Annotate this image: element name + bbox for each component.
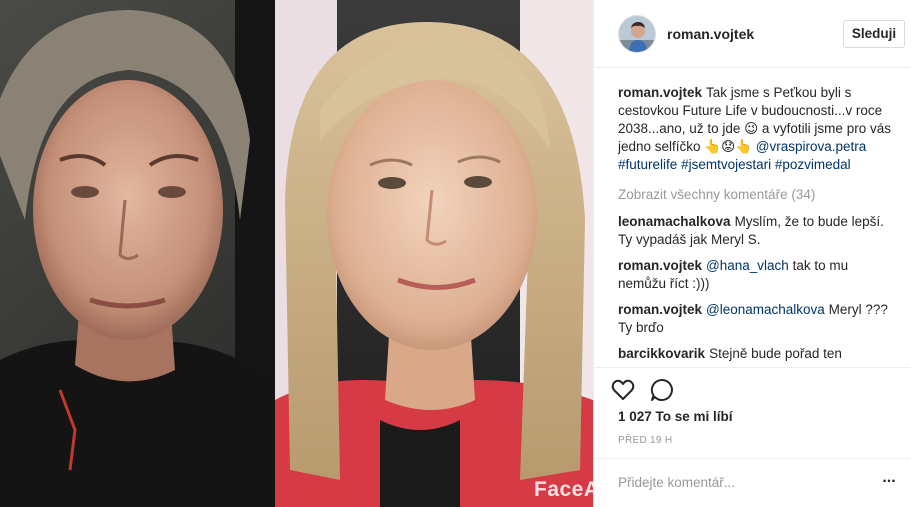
caption: roman.vojtek Tak jsme s Peťkou byli s ces… <box>618 84 898 174</box>
following-button[interactable]: Sleduji <box>843 20 905 48</box>
add-comment-section: ... <box>594 458 911 507</box>
comment-input[interactable] <box>618 472 858 492</box>
post-header: roman.vojtek Sleduji <box>594 0 911 68</box>
speech-bubble-icon[interactable] <box>649 377 675 403</box>
avatar-image <box>619 16 655 52</box>
instagram-post: FaceApp roman.vojtek Sleduji roman.vojte… <box>0 0 911 507</box>
comment-mention[interactable]: @hana_vlach <box>706 258 789 273</box>
hashtag-link[interactable]: #pozvimedal <box>775 157 851 172</box>
more-options-icon[interactable]: ... <box>878 470 900 491</box>
hashtag-link[interactable]: #futurelife <box>618 157 677 172</box>
heart-icon[interactable] <box>610 377 636 403</box>
post-actions: 1 027 To se mi líbí PŘED 19 H <box>594 367 911 467</box>
comment-mention[interactable]: @leonamachalkova <box>706 302 825 317</box>
comment-username[interactable]: roman.vojtek <box>618 258 702 273</box>
list-item: leonamachalkova Myslím, že to bude lepší.… <box>618 213 898 249</box>
post-side-panel: roman.vojtek Sleduji roman.vojtek Tak jsm… <box>593 0 911 507</box>
comment-username[interactable]: barcikkovarik <box>618 346 705 361</box>
post-photo[interactable]: FaceApp <box>0 0 593 507</box>
likes-count[interactable]: 1 027 To se mi líbí <box>618 409 733 424</box>
list-item: roman.vojtek @leonamachalkova Meryl ??? T… <box>618 301 898 337</box>
load-more-comments-link[interactable]: Zobrazit všechny komentáře (34) <box>618 186 898 204</box>
faceapp-watermark: FaceApp <box>534 478 593 501</box>
list-item: roman.vojtek @hana_vlach tak to mu nemůžu… <box>618 257 898 293</box>
comment-text: Stejně bude pořad ten <box>709 346 842 361</box>
comments-list[interactable]: roman.vojtek Tak jsme s Peťkou byli s ces… <box>618 84 898 367</box>
avatar[interactable] <box>618 15 656 53</box>
comment-username[interactable]: leonamachalkova <box>618 214 731 229</box>
author-username[interactable]: roman.vojtek <box>667 26 754 42</box>
list-item: barcikkovarik Stejně bude pořad ten <box>618 345 898 363</box>
caption-mention[interactable]: @vraspirova.petra <box>756 139 867 154</box>
selfie-image <box>0 0 593 507</box>
hashtag-link[interactable]: #jsemtvojestari <box>681 157 771 172</box>
caption-username[interactable]: roman.vojtek <box>618 85 702 100</box>
comment-username[interactable]: roman.vojtek <box>618 302 702 317</box>
post-timestamp[interactable]: PŘED 19 H <box>618 435 672 446</box>
